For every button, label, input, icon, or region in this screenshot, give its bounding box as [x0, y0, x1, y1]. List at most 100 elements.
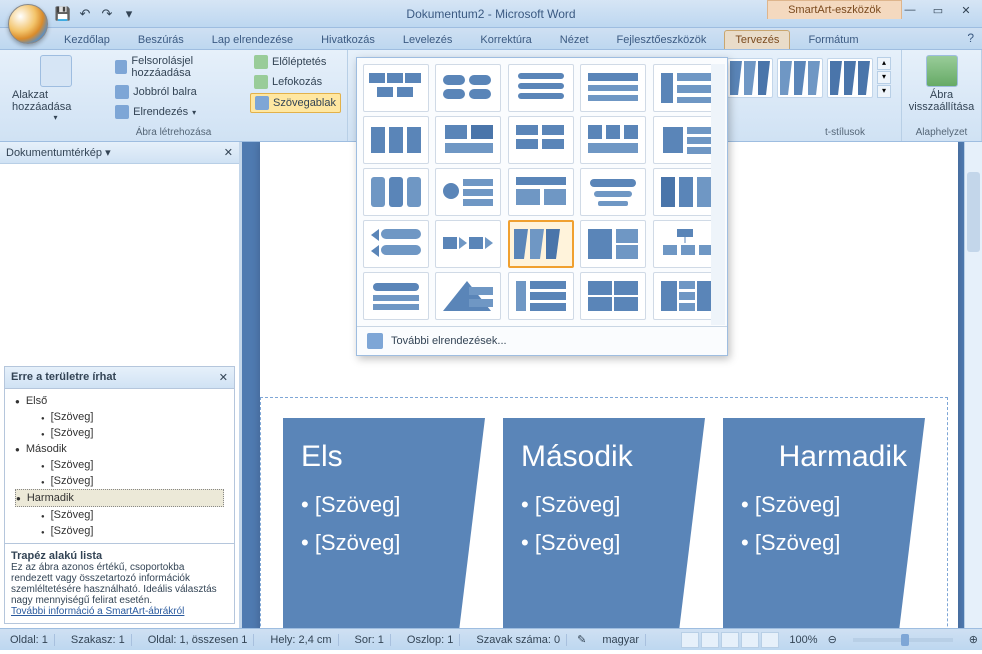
gallery-scrollbar[interactable]	[711, 64, 725, 325]
layout-gallery-item[interactable]	[363, 220, 429, 268]
add-shape-button[interactable]: Alakzat hozzáadása ▾	[6, 53, 105, 124]
layout-gallery-item[interactable]	[580, 220, 646, 268]
status-words[interactable]: Szavak száma: 0	[470, 634, 567, 646]
style-scroll-down[interactable]: ▾	[877, 71, 891, 84]
layout-button[interactable]: Elrendezés▾	[111, 103, 244, 121]
save-icon[interactable]: 💾	[54, 5, 72, 23]
undo-icon[interactable]: ↶	[76, 5, 94, 23]
spellcheck-icon[interactable]: ✎	[577, 633, 586, 646]
layout-gallery-item[interactable]	[653, 64, 719, 112]
ribbon-group-create: Alakzat hozzáadása ▾ Felsorolásjel hozzá…	[0, 50, 348, 141]
layout-gallery-item[interactable]	[435, 168, 501, 216]
textpane-item[interactable]: Harmadik	[15, 489, 224, 507]
redo-icon[interactable]: ↷	[98, 5, 116, 23]
vertical-scrollbar[interactable]	[964, 142, 982, 628]
style-thumb[interactable]	[777, 58, 823, 98]
tab-developer[interactable]: Fejlesztőeszközök	[607, 31, 717, 49]
textpane-close-icon[interactable]: ✕	[219, 371, 228, 384]
smartart-trapezoid[interactable]: Második• [Szöveg]• [Szöveg]	[503, 418, 705, 628]
layout-gallery-item[interactable]	[435, 220, 501, 268]
minimize-button[interactable]: —	[900, 2, 920, 18]
docmap-dropdown-icon[interactable]: ▾	[105, 147, 111, 159]
gallery-more-button[interactable]: További elrendezések...	[357, 326, 727, 355]
style-thumb[interactable]	[827, 58, 873, 98]
layout-gallery-item[interactable]	[363, 168, 429, 216]
layout-gallery-item[interactable]	[508, 64, 574, 112]
status-language[interactable]: magyar	[596, 634, 646, 646]
layout-gallery-item[interactable]	[580, 64, 646, 112]
view-outline[interactable]	[741, 632, 759, 648]
layout-gallery-item[interactable]	[653, 116, 719, 164]
status-line[interactable]: Sor: 1	[349, 634, 391, 646]
tab-insert[interactable]: Beszúrás	[128, 31, 194, 49]
status-section[interactable]: Szakasz: 1	[65, 634, 132, 646]
layout-gallery-item[interactable]	[580, 168, 646, 216]
layout-gallery-item[interactable]	[435, 116, 501, 164]
style-more[interactable]: ▾	[877, 85, 891, 98]
reset-button[interactable]: Ábra visszaállítása	[908, 53, 975, 115]
style-thumb[interactable]	[727, 58, 773, 98]
smartart-trapezoid[interactable]: Els• [Szöveg]• [Szöveg]	[283, 418, 485, 628]
docmap-close-icon[interactable]: ✕	[224, 146, 233, 159]
layout-gallery-item[interactable]	[653, 272, 719, 320]
help-icon[interactable]: ?	[967, 31, 974, 45]
smartart-trapezoid[interactable]: Harmadik• [Szöveg]• [Szöveg]	[723, 418, 925, 628]
textpane-item[interactable]: Első	[15, 393, 224, 409]
zoom-level[interactable]: 100%	[789, 634, 817, 646]
textpane-item[interactable]: [Szöveg]	[15, 409, 224, 425]
tab-mailings[interactable]: Levelezés	[393, 31, 463, 49]
tab-review[interactable]: Korrektúra	[470, 31, 541, 49]
demote-button[interactable]: Lefokozás	[250, 73, 341, 91]
view-fullscreen[interactable]	[701, 632, 719, 648]
textpane-item[interactable]: [Szöveg]	[15, 523, 224, 539]
textpane-item[interactable]: [Szöveg]	[15, 457, 224, 473]
view-web[interactable]	[721, 632, 739, 648]
layout-gallery-item[interactable]	[580, 116, 646, 164]
add-bullet-button[interactable]: Felsorolásjel hozzáadása	[111, 53, 244, 81]
textpane-item[interactable]: [Szöveg]	[15, 473, 224, 489]
layout-gallery-item[interactable]	[653, 220, 719, 268]
tab-references[interactable]: Hivatkozás	[311, 31, 385, 49]
status-page[interactable]: Oldal: 1	[4, 634, 55, 646]
zoom-slider[interactable]	[853, 638, 953, 642]
layout-gallery-item[interactable]	[508, 116, 574, 164]
office-button[interactable]	[8, 4, 48, 44]
textpane-list[interactable]: Első[Szöveg][Szöveg]Második[Szöveg][Szöv…	[5, 389, 234, 543]
tab-design[interactable]: Tervezés	[724, 30, 790, 49]
zoom-in-button[interactable]: ⊕	[969, 633, 978, 646]
textpane-item[interactable]: [Szöveg]	[15, 507, 224, 523]
layout-gallery-item[interactable]	[435, 272, 501, 320]
view-print-layout[interactable]	[681, 632, 699, 648]
layout-gallery-item[interactable]	[580, 272, 646, 320]
scroll-thumb[interactable]	[967, 172, 980, 252]
maximize-button[interactable]: ▭	[928, 2, 948, 18]
tab-pagelayout[interactable]: Lap elrendezése	[202, 31, 303, 49]
layout-gallery-item[interactable]	[508, 272, 574, 320]
textpane-item[interactable]: Második	[15, 441, 224, 457]
tab-view[interactable]: Nézet	[550, 31, 599, 49]
close-button[interactable]: ✕	[956, 2, 976, 18]
layout-gallery-item[interactable]	[508, 220, 574, 268]
zoom-out-button[interactable]: ⊖	[828, 633, 837, 646]
zoom-slider-thumb[interactable]	[901, 634, 909, 646]
textpane-item[interactable]: [Szöveg]	[15, 425, 224, 441]
tab-format[interactable]: Formátum	[798, 31, 868, 49]
layout-gallery-item[interactable]	[508, 168, 574, 216]
qat-dropdown-icon[interactable]: ▾	[120, 5, 138, 23]
layout-gallery-item[interactable]	[435, 64, 501, 112]
status-position[interactable]: Hely: 2,4 cm	[264, 634, 338, 646]
layout-gallery-item[interactable]	[653, 168, 719, 216]
textpane-button[interactable]: Szövegablak	[250, 93, 341, 113]
layout-gallery-item[interactable]	[363, 116, 429, 164]
layout-gallery-item[interactable]	[363, 272, 429, 320]
status-column[interactable]: Oszlop: 1	[401, 634, 460, 646]
view-draft[interactable]	[761, 632, 779, 648]
textpane-info-link[interactable]: További információ a SmartArt-ábrákról	[11, 606, 184, 617]
smartart-frame[interactable]: Els• [Szöveg]• [Szöveg] Második• [Szöveg…	[260, 397, 948, 628]
status-pages[interactable]: Oldal: 1, összesen 1	[142, 634, 255, 646]
rtl-button[interactable]: Jobbról balra	[111, 83, 244, 101]
layout-gallery-item[interactable]	[363, 64, 429, 112]
style-scroll-up[interactable]: ▴	[877, 57, 891, 70]
promote-button[interactable]: Előléptetés	[250, 53, 341, 71]
tab-home[interactable]: Kezdőlap	[54, 31, 120, 49]
